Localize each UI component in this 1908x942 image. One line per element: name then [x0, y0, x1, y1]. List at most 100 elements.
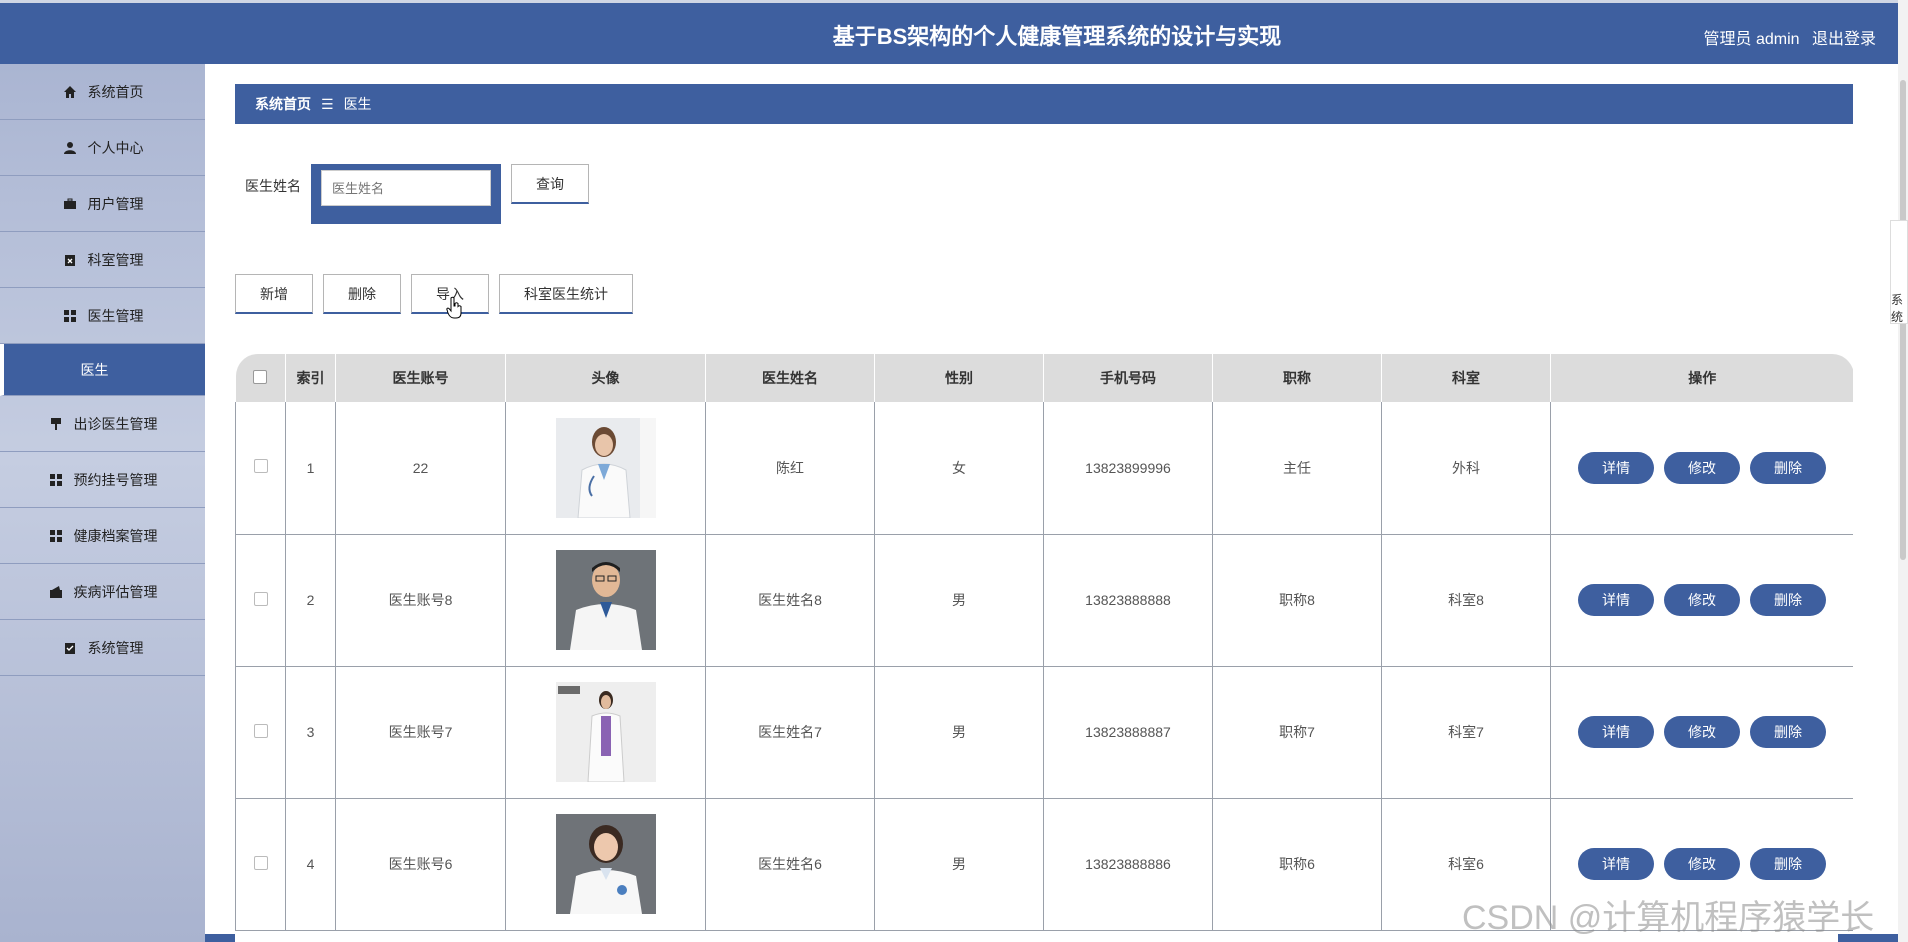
page-scrollbar[interactable]	[1898, 0, 1908, 942]
table-row: 3 医生账号7 医生姓名7 男 13823888887 职称7 科室7 详情 修…	[235, 666, 1853, 799]
detail-button[interactable]: 详情	[1578, 848, 1654, 880]
select-all-cell[interactable]	[235, 354, 286, 402]
sidebar-item-users[interactable]: 用户管理	[0, 176, 205, 232]
cell-phone: 13823888888	[1043, 534, 1213, 667]
table-row: 2 医生账号8 医生姓名8 男 13823888888 职称8 科室8 详情 修…	[235, 534, 1853, 667]
cell-avatar	[505, 534, 706, 667]
cell-phone: 13823888887	[1043, 666, 1213, 799]
sidebar-item-label: 医生	[80, 361, 109, 378]
sidebar-item-label: 疾病评估管理	[73, 583, 158, 600]
edge-tab[interactable]: 系统	[1890, 220, 1908, 324]
wallet-icon	[48, 584, 64, 600]
cell-name: 医生姓名8	[705, 534, 875, 667]
dept-doctor-stats-button[interactable]: 科室医生统计	[499, 274, 633, 314]
sidebar-item-doctor-mgmt[interactable]: 医生管理	[0, 288, 205, 344]
bottom-accent-left	[205, 934, 235, 942]
sidebar-item-doctor[interactable]: 医生	[0, 344, 205, 396]
doctor-avatar-image[interactable]	[555, 417, 656, 518]
cell-account: 医生账号8	[335, 534, 506, 667]
detail-button[interactable]: 详情	[1578, 451, 1654, 484]
row-delete-button[interactable]: 删除	[1750, 716, 1826, 748]
row-delete-button[interactable]: 删除	[1750, 584, 1826, 616]
add-button[interactable]: 新增	[235, 274, 313, 314]
detail-button[interactable]: 详情	[1578, 584, 1654, 616]
grid-icon	[48, 528, 64, 544]
search-box	[311, 164, 501, 224]
col-header-name: 医生姓名	[705, 354, 875, 402]
sidebar-item-system[interactable]: 系统管理	[0, 620, 205, 676]
search-label: 医生姓名	[245, 178, 301, 194]
sidebar-item-label: 系统管理	[87, 639, 144, 656]
edit-button[interactable]: 修改	[1664, 716, 1740, 748]
sidebar-item-label: 个人中心	[87, 139, 144, 156]
cell-name: 医生姓名7	[705, 666, 875, 799]
cell-avatar	[505, 798, 706, 931]
sidebar-item-health-records[interactable]: 健康档案管理	[0, 508, 205, 564]
cell-name: 医生姓名6	[705, 798, 875, 931]
cell-gender: 男	[874, 666, 1044, 799]
edit-button[interactable]: 修改	[1664, 584, 1740, 616]
app-title: 基于BS架构的个人健康管理系统的设计与实现	[832, 24, 1282, 49]
user-icon	[62, 140, 78, 156]
grid-icon	[62, 308, 78, 324]
sidebar-item-personal[interactable]: 个人中心	[0, 120, 205, 176]
cell-title: 职称8	[1212, 534, 1382, 667]
detail-button[interactable]: 详情	[1578, 716, 1654, 748]
row-checkbox[interactable]	[253, 855, 268, 870]
cell-phone: 13823899996	[1043, 402, 1213, 535]
doctor-avatar-image[interactable]	[555, 682, 656, 782]
sidebar-item-disease-eval[interactable]: 疾病评估管理	[0, 564, 205, 620]
cell-dept: 科室7	[1381, 666, 1551, 799]
edit-button[interactable]: 修改	[1664, 848, 1740, 880]
doctor-avatar-image[interactable]	[555, 550, 656, 650]
sidebar-item-label: 出诊医生管理	[73, 415, 158, 432]
main-content: 系统首页 ☰ 医生 医生姓名 查询 新增 删除 导入 科室医生统计 索引 医生账…	[205, 64, 1898, 942]
col-header-account: 医生账号	[335, 354, 506, 402]
cell-account: 医生账号6	[335, 798, 506, 931]
cell-dept: 科室6	[1381, 798, 1551, 931]
header-user-area: 管理员 admin 退出登录	[1696, 25, 1877, 49]
row-checkbox[interactable]	[253, 459, 268, 474]
delete-button[interactable]: 删除	[323, 274, 401, 314]
doctor-name-input[interactable]	[321, 170, 491, 206]
edit-button[interactable]: 修改	[1664, 451, 1740, 484]
row-delete-button[interactable]: 删除	[1750, 451, 1826, 484]
doctor-avatar-image[interactable]	[555, 814, 656, 914]
cell-title: 职称6	[1212, 798, 1382, 931]
bottom-strip	[205, 934, 1898, 942]
breadcrumb-home[interactable]: 系统首页	[255, 94, 311, 114]
cell-actions: 详情 修改 删除	[1550, 534, 1853, 667]
sidebar-item-visiting-doctors[interactable]: 出诊医生管理	[0, 396, 205, 452]
doctor-table-container: 索引 医生账号 头像 医生姓名 性别 手机号码 职称 科室 操作 1 22 陈红…	[235, 354, 1853, 942]
cell-title: 主任	[1212, 402, 1382, 535]
col-header-avatar: 头像	[505, 354, 706, 402]
cell-gender: 男	[874, 798, 1044, 931]
cell-dept: 外科	[1381, 402, 1551, 535]
breadcrumb-current: 医生	[343, 96, 372, 112]
cell-gender: 男	[874, 534, 1044, 667]
sidebar-item-home[interactable]: 系统首页	[0, 64, 205, 120]
sidebar-item-departments[interactable]: 科室管理	[0, 232, 205, 288]
cell-avatar	[505, 402, 706, 535]
cell-title: 职称7	[1212, 666, 1382, 799]
query-button[interactable]: 查询	[511, 164, 589, 204]
table-row: 4 医生账号6 医生姓名6 男 13823888886 职称6 科室6 详情 修…	[235, 798, 1853, 931]
cell-index: 2	[285, 534, 336, 667]
breadcrumb: 系统首页 ☰ 医生	[235, 84, 1853, 124]
sidebar-item-label: 健康档案管理	[73, 527, 158, 544]
bottom-accent-right	[1838, 934, 1898, 942]
row-delete-button[interactable]: 删除	[1750, 848, 1826, 880]
cell-index: 1	[285, 402, 336, 535]
select-all-checkbox[interactable]	[253, 369, 268, 384]
col-header-phone: 手机号码	[1043, 354, 1213, 402]
row-checkbox[interactable]	[253, 591, 268, 606]
sidebar-item-label: 科室管理	[87, 251, 144, 268]
row-checkbox[interactable]	[253, 723, 268, 738]
stamp-icon	[48, 416, 64, 432]
sidebar-item-appointments[interactable]: 预约挂号管理	[0, 452, 205, 508]
col-header-actions: 操作	[1550, 354, 1853, 402]
logout-link[interactable]: 退出登录	[1812, 31, 1876, 48]
cell-actions: 详情 修改 删除	[1550, 402, 1853, 535]
cell-index: 3	[285, 666, 336, 799]
cell-name: 陈红	[705, 402, 875, 535]
